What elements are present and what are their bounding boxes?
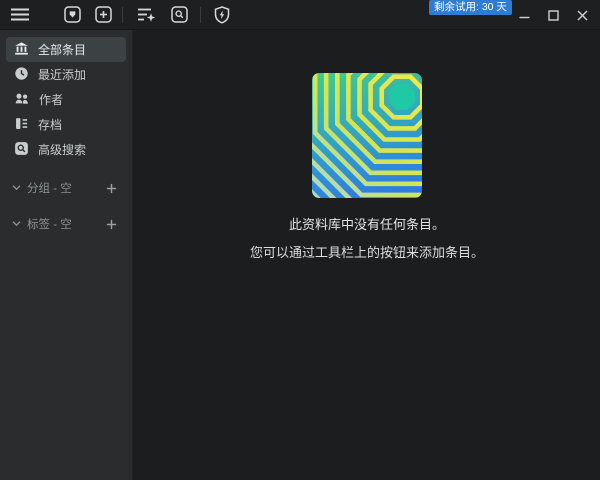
empty-state-title: 此资料库中没有任何条目。 [288,217,445,232]
plus-icon[interactable] [102,215,120,233]
sidebar-item-label: 高级搜索 [38,143,87,157]
toolbar-separator [200,6,201,23]
library-building-icon [14,41,29,59]
plus-icon[interactable] [102,179,120,197]
advanced-search-icon [14,141,29,159]
section-label: 标签 - 空 [27,219,72,231]
search-icon[interactable] [166,3,192,27]
main-content: 此资料库中没有任何条目。 您可以通过工具栏上的按钮来添加条目。 [134,30,600,480]
sidebar-item-authors[interactable]: 作者 [6,87,126,112]
license-shield-icon[interactable] [209,3,235,27]
section-label: 分组 - 空 [27,183,72,195]
toolbar-separator [122,6,123,23]
empty-state-subtitle: 您可以通过工具栏上的按钮来添加条目。 [249,245,484,260]
sidebar-section-groups[interactable]: 分组 - 空 [6,177,126,199]
titlebar: 剩余试用: 30 天 [0,0,600,30]
window-controls [510,0,597,30]
sidebar-section-tags[interactable]: 标签 - 空 [6,213,126,235]
import-item-icon[interactable] [59,3,85,27]
add-item-icon[interactable] [90,3,116,27]
close-icon[interactable] [568,0,597,30]
maximize-icon[interactable] [539,0,568,30]
sidebar-item-label: 作者 [39,93,64,107]
chevron-down-icon [12,182,21,194]
artwork-center-blob [389,84,415,110]
archive-icon [14,116,29,134]
sidebar-item-label: 存档 [38,118,63,132]
sidebar-item-advanced-search[interactable]: 高级搜索 [6,137,126,162]
clock-icon [14,66,29,84]
smart-list-star-icon[interactable] [133,3,159,27]
sidebar-item-archive[interactable]: 存档 [6,112,126,137]
sidebar-item-label: 全部条目 [38,43,87,57]
sidebar-item-label: 最近添加 [38,68,87,82]
chevron-down-icon [12,218,21,230]
minimize-icon[interactable] [510,0,539,30]
sidebar-item-all-items[interactable]: 全部条目 [6,37,126,62]
authors-people-icon [14,91,30,109]
trial-badge[interactable]: 剩余试用: 30 天 [429,0,512,15]
hamburger-menu-icon[interactable] [7,3,33,27]
empty-artwork [312,73,422,198]
sidebar-item-recently-added[interactable]: 最近添加 [6,62,126,87]
sidebar: 全部条目 最近添加 作者 存档 高级搜索 分组 - 空 标签 - 空 [0,30,133,480]
